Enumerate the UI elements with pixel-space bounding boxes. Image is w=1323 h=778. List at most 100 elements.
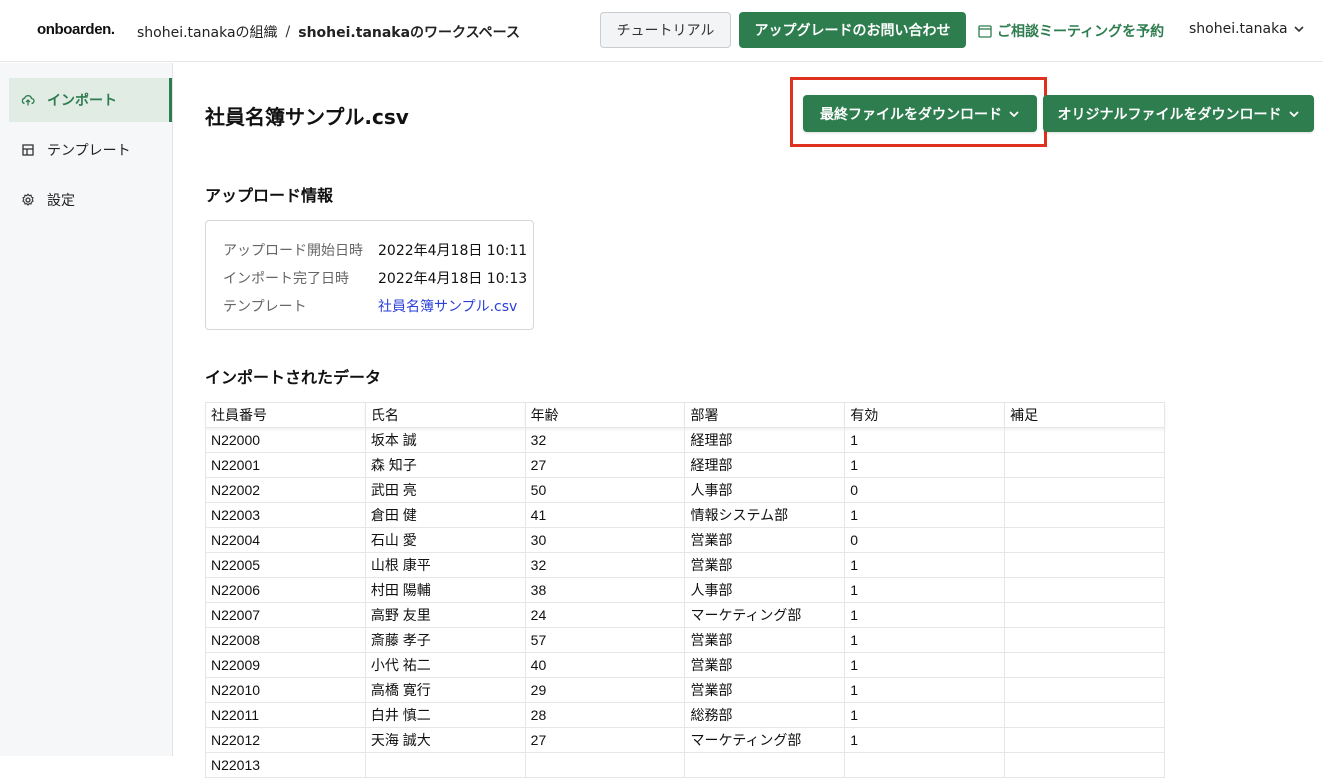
table-cell[interactable] — [1004, 652, 1165, 678]
table-cell[interactable]: 村田 陽輔 — [364, 577, 526, 603]
table-cell[interactable]: 0 — [844, 527, 1006, 553]
table-cell[interactable]: 28 — [524, 702, 686, 728]
table-cell[interactable]: 人事部 — [684, 477, 846, 503]
table-cell[interactable] — [1004, 577, 1165, 603]
table-cell[interactable] — [1004, 752, 1165, 778]
table-cell[interactable]: マーケティング部 — [684, 727, 846, 753]
table-cell[interactable] — [1004, 502, 1165, 528]
table-cell[interactable]: 38 — [524, 577, 686, 603]
table-cell[interactable]: 白井 慎二 — [364, 702, 526, 728]
table-cell[interactable]: 営業部 — [684, 527, 846, 553]
table-cell[interactable] — [1004, 602, 1165, 628]
breadcrumb-org[interactable]: shohei.tanakaの組織 — [137, 22, 278, 42]
download-original-file-button[interactable]: オリジナルファイルをダウンロード — [1043, 95, 1314, 132]
table-cell[interactable]: 1 — [844, 652, 1006, 678]
table-cell[interactable] — [1004, 452, 1165, 478]
table-cell[interactable] — [684, 752, 846, 778]
table-cell[interactable]: N22006 — [205, 577, 366, 603]
sidebar-item-template[interactable]: テンプレート — [9, 128, 172, 172]
tutorial-button[interactable]: チュートリアル — [600, 12, 731, 48]
table-cell[interactable]: 30 — [524, 527, 686, 553]
table-cell[interactable]: 武田 亮 — [364, 477, 526, 503]
table-cell[interactable]: 1 — [844, 602, 1006, 628]
template-link[interactable]: 社員名簿サンプル.csv — [378, 296, 517, 316]
table-cell[interactable]: マーケティング部 — [684, 602, 846, 628]
table-cell[interactable]: 32 — [524, 552, 686, 578]
breadcrumb-workspace[interactable]: shohei.tanakaのワークスペース — [298, 22, 520, 42]
column-header[interactable]: 部署 — [684, 402, 846, 428]
column-header[interactable]: 有効 — [844, 402, 1006, 428]
table-cell[interactable] — [844, 752, 1006, 778]
table-cell[interactable]: 29 — [524, 677, 686, 703]
table-cell[interactable]: N22003 — [205, 502, 366, 528]
table-cell[interactable] — [1004, 552, 1165, 578]
table-cell[interactable]: 32 — [524, 427, 686, 453]
table-cell[interactable]: 1 — [844, 577, 1006, 603]
column-header[interactable]: 氏名 — [364, 402, 526, 428]
table-cell[interactable] — [1004, 427, 1165, 453]
table-cell[interactable]: 倉田 健 — [364, 502, 526, 528]
table-cell[interactable]: 経理部 — [684, 452, 846, 478]
table-cell[interactable]: 総務部 — [684, 702, 846, 728]
table-cell[interactable]: 40 — [524, 652, 686, 678]
table-cell[interactable]: 57 — [524, 627, 686, 653]
download-final-file-button[interactable]: 最終ファイルをダウンロード — [803, 95, 1037, 132]
table-cell[interactable]: N22010 — [205, 677, 366, 703]
table-cell[interactable]: 石山 愛 — [364, 527, 526, 553]
table-cell[interactable]: 高野 友里 — [364, 602, 526, 628]
table-cell[interactable]: 41 — [524, 502, 686, 528]
table-cell[interactable] — [1004, 627, 1165, 653]
table-cell[interactable] — [524, 752, 686, 778]
table-cell[interactable]: 高橋 寛行 — [364, 677, 526, 703]
table-cell[interactable]: 1 — [844, 552, 1006, 578]
table-cell[interactable]: 27 — [524, 727, 686, 753]
table-cell[interactable]: 人事部 — [684, 577, 846, 603]
table-cell[interactable]: N22000 — [205, 427, 366, 453]
table-cell[interactable]: 24 — [524, 602, 686, 628]
table-cell[interactable]: 小代 祐二 — [364, 652, 526, 678]
table-cell[interactable]: 山根 康平 — [364, 552, 526, 578]
table-cell[interactable]: 1 — [844, 452, 1006, 478]
table-cell[interactable]: 営業部 — [684, 627, 846, 653]
table-cell[interactable]: 27 — [524, 452, 686, 478]
table-cell[interactable]: 1 — [844, 677, 1006, 703]
table-cell[interactable]: N22011 — [205, 702, 366, 728]
table-cell[interactable]: N22005 — [205, 552, 366, 578]
table-cell[interactable]: 1 — [844, 502, 1006, 528]
table-cell[interactable]: N22009 — [205, 652, 366, 678]
table-cell[interactable]: 経理部 — [684, 427, 846, 453]
table-cell[interactable]: 1 — [844, 427, 1006, 453]
table-cell[interactable]: 50 — [524, 477, 686, 503]
table-cell[interactable] — [1004, 477, 1165, 503]
user-menu[interactable]: shohei.tanaka — [1189, 21, 1305, 37]
sidebar-item-import[interactable]: インポート — [9, 78, 172, 122]
table-cell[interactable]: 天海 誠大 — [364, 727, 526, 753]
upgrade-inquiry-button[interactable]: アップグレードのお問い合わせ — [739, 12, 966, 48]
table-cell[interactable]: N22002 — [205, 477, 366, 503]
column-header[interactable]: 社員番号 — [205, 402, 366, 428]
table-cell[interactable] — [1004, 727, 1165, 753]
table-cell[interactable]: 1 — [844, 627, 1006, 653]
sidebar-item-settings[interactable]: 設定 — [9, 178, 172, 222]
column-header[interactable]: 年齢 — [524, 402, 686, 428]
table-cell[interactable]: N22004 — [205, 527, 366, 553]
table-cell[interactable]: 営業部 — [684, 552, 846, 578]
table-cell[interactable]: N22013 — [205, 752, 366, 778]
table-cell[interactable]: 0 — [844, 477, 1006, 503]
table-cell[interactable] — [1004, 702, 1165, 728]
table-cell[interactable]: 1 — [844, 727, 1006, 753]
table-cell[interactable]: N22001 — [205, 452, 366, 478]
table-cell[interactable]: N22012 — [205, 727, 366, 753]
table-cell[interactable]: 1 — [844, 702, 1006, 728]
table-cell[interactable]: N22007 — [205, 602, 366, 628]
table-cell[interactable]: 営業部 — [684, 677, 846, 703]
table-cell[interactable]: 情報システム部 — [684, 502, 846, 528]
app-logo[interactable]: onboarden. — [37, 21, 115, 38]
book-meeting-link[interactable]: ご相談ミーティングを予約 — [978, 21, 1164, 41]
table-cell[interactable] — [1004, 527, 1165, 553]
table-cell[interactable] — [1004, 677, 1165, 703]
table-cell[interactable] — [364, 752, 526, 778]
table-cell[interactable]: 斎藤 孝子 — [364, 627, 526, 653]
table-cell[interactable]: 森 知子 — [364, 452, 526, 478]
table-cell[interactable]: 坂本 誠 — [364, 427, 526, 453]
